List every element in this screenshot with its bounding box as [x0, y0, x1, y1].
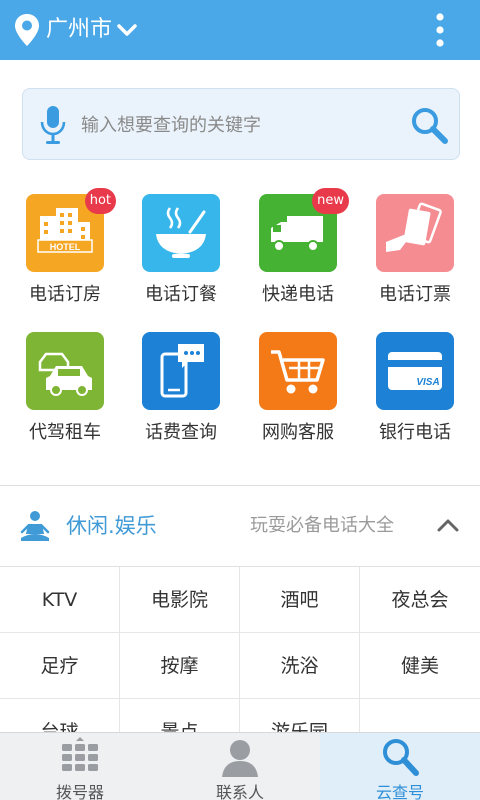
- city-name[interactable]: 广州市: [46, 14, 112, 46]
- meditation-icon: [20, 511, 50, 541]
- category-table: KTV 电影院 酒吧 夜总会 足疗 按摩 洗浴 健美 台球 景点 游乐园: [0, 566, 480, 736]
- nav-cloud-lookup[interactable]: 云查号: [320, 733, 480, 800]
- hot-badge: hot: [84, 188, 116, 214]
- service-shopping[interactable]: 网购客服: [240, 332, 356, 444]
- category-cell[interactable]: 健美: [360, 633, 480, 699]
- category-cell[interactable]: KTV: [0, 567, 120, 633]
- service-ticket[interactable]: 电话订票: [357, 194, 473, 306]
- new-badge: new: [312, 188, 349, 214]
- service-label: 话费查询: [145, 422, 217, 443]
- nav-contacts[interactable]: 联系人: [160, 733, 320, 800]
- location-pin-icon[interactable]: [14, 13, 40, 47]
- category-cell[interactable]: 按摩: [120, 633, 240, 699]
- category-cell[interactable]: 洗浴: [240, 633, 360, 699]
- service-label: 代驾租车: [29, 422, 101, 443]
- ticket-icon: [376, 194, 454, 272]
- section-subtitle: 玩耍必备电话大全: [250, 515, 394, 536]
- truck-icon: new: [259, 188, 349, 272]
- search-icon: [383, 739, 419, 776]
- service-label: 电话订房: [29, 284, 101, 305]
- dialpad-icon: [62, 737, 98, 771]
- contact-icon: [222, 740, 258, 777]
- service-express[interactable]: new 快递电话: [240, 188, 356, 306]
- chevron-up-icon[interactable]: [436, 516, 460, 534]
- category-cell[interactable]: 足疗: [0, 633, 120, 699]
- section-header[interactable]: 休闲.娱乐 玩耍必备电话大全: [0, 486, 480, 566]
- svg-text:VISA: VISA: [416, 377, 439, 388]
- category-cell[interactable]: 酒吧: [240, 567, 360, 633]
- bottom-nav: 拨号器 联系人 云查号: [0, 732, 480, 800]
- svg-text:HOTEL: HOTEL: [50, 242, 81, 252]
- nav-dialer[interactable]: 拨号器: [0, 733, 160, 800]
- section-title: 休闲.娱乐: [66, 514, 157, 538]
- category-cell[interactable]: 夜总会: [360, 567, 480, 633]
- nav-label: 云查号: [375, 783, 424, 800]
- bowl-icon: [142, 194, 220, 272]
- service-label: 电话订餐: [145, 284, 217, 305]
- service-car[interactable]: 代驾租车: [7, 332, 123, 444]
- service-bank[interactable]: VISA 银行电话: [357, 332, 473, 444]
- nav-label: 拨号器: [55, 783, 104, 800]
- service-label: 电话订票: [379, 284, 451, 305]
- chevron-down-icon[interactable]: [116, 22, 138, 38]
- category-cell[interactable]: 台球: [0, 699, 120, 736]
- category-cell[interactable]: [360, 699, 480, 736]
- phone-icon: [142, 332, 220, 410]
- nav-label: 联系人: [215, 783, 264, 800]
- cart-icon: [259, 332, 337, 410]
- more-menu-icon[interactable]: [430, 12, 450, 48]
- service-phone-bill[interactable]: 话费查询: [123, 332, 239, 444]
- search-icon[interactable]: [409, 105, 449, 145]
- search-input[interactable]: [81, 107, 401, 143]
- service-label: 网购客服: [262, 422, 334, 443]
- car-icon: [26, 332, 104, 410]
- search-bar[interactable]: [22, 88, 460, 160]
- card-icon: VISA: [376, 332, 454, 410]
- service-label: 银行电话: [379, 422, 451, 443]
- category-cell[interactable]: 电影院: [120, 567, 240, 633]
- service-food[interactable]: 电话订餐: [123, 194, 239, 306]
- service-hotel[interactable]: HOTEL hot 电话订房: [7, 188, 123, 306]
- category-cell[interactable]: 游乐园: [240, 699, 360, 736]
- hotel-icon: HOTEL hot: [26, 188, 116, 272]
- top-bar: 广州市: [0, 0, 480, 60]
- service-label: 快递电话: [262, 284, 334, 305]
- microphone-icon[interactable]: [39, 105, 67, 145]
- category-cell[interactable]: 景点: [120, 699, 240, 736]
